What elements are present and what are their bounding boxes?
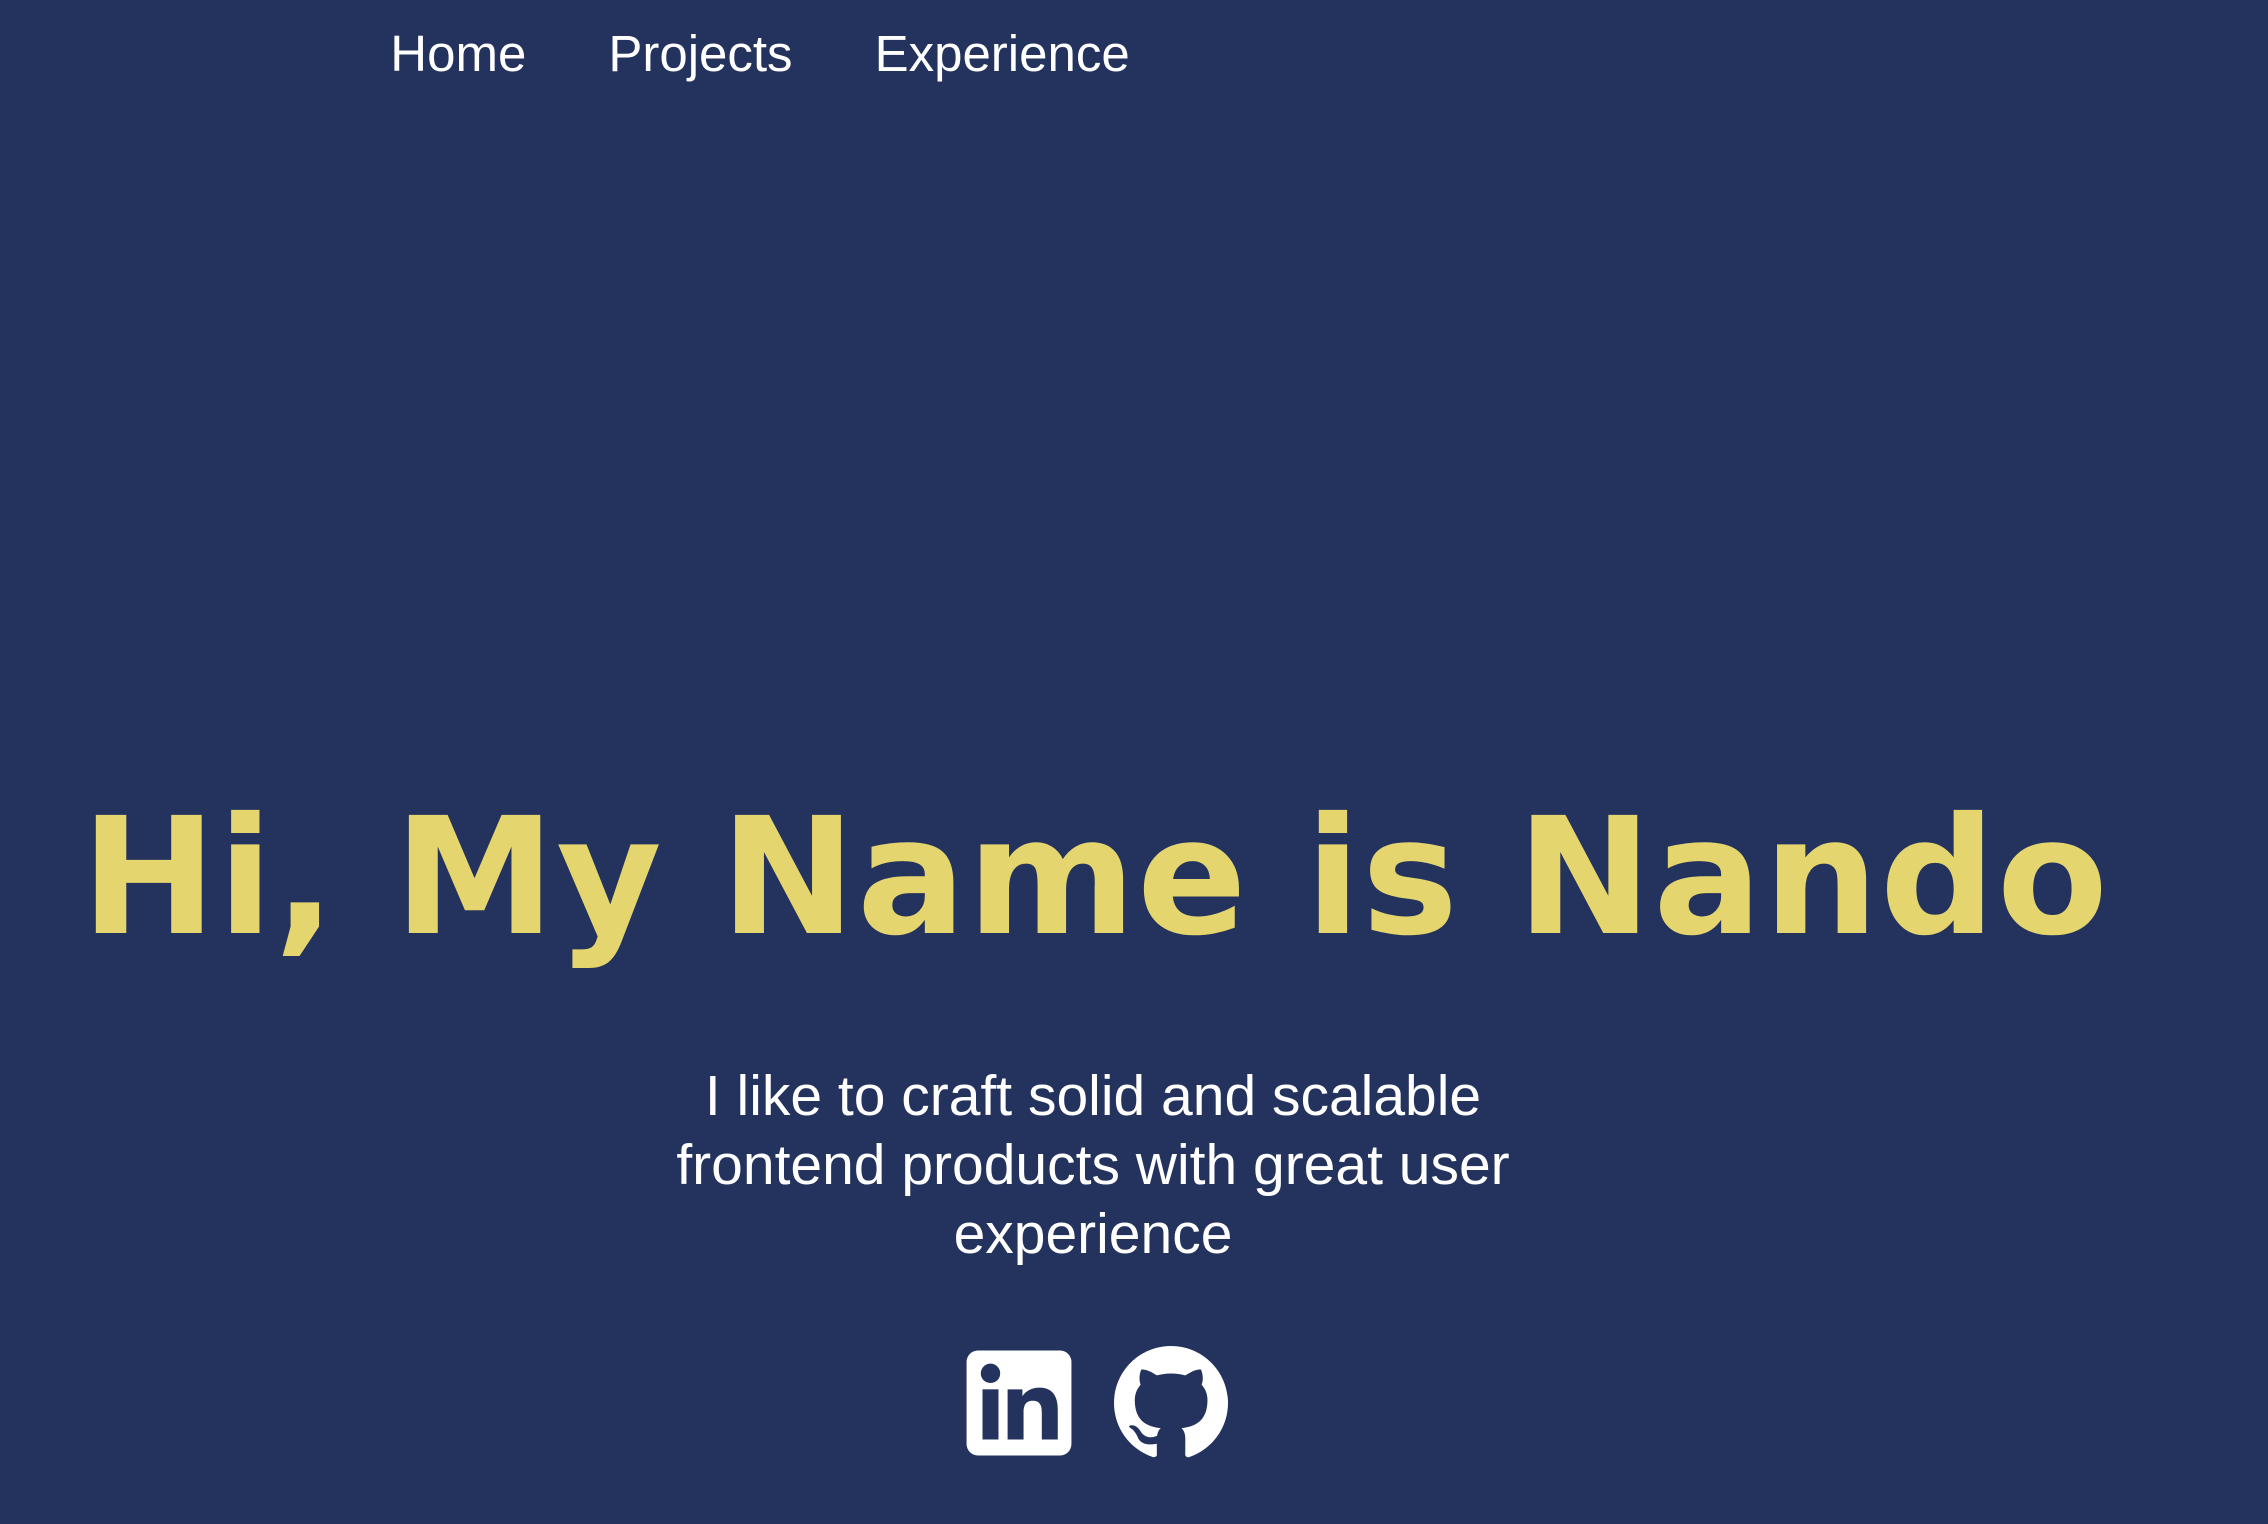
social-links xyxy=(0,1346,2190,1460)
nav-link-experience[interactable]: Experience xyxy=(875,20,1130,88)
hero-title: Hi, My Name is Nando xyxy=(80,784,2110,972)
top-nav: Home Projects Experience xyxy=(0,0,1520,88)
nav-link-projects[interactable]: Projects xyxy=(608,20,792,88)
github-link[interactable] xyxy=(1114,1346,1228,1460)
nav-link-home[interactable]: Home xyxy=(390,20,526,88)
hero-subtitle: I like to craft solid and scalable front… xyxy=(676,1064,1510,1266)
github-icon xyxy=(1114,1346,1228,1458)
linkedin-icon xyxy=(966,1350,1072,1456)
hero-subtitle-container: I like to craft solid and scalable front… xyxy=(0,1062,2186,1269)
linkedin-link[interactable] xyxy=(962,1346,1076,1460)
